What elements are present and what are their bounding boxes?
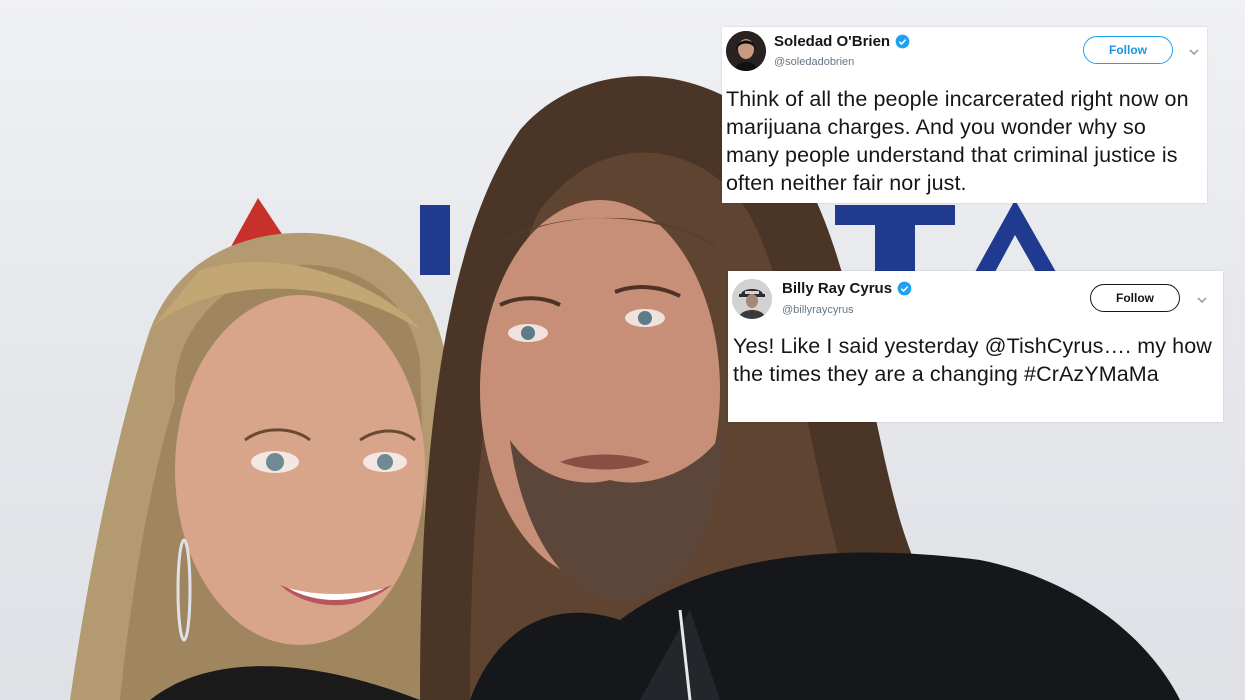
verified-badge-icon xyxy=(895,34,910,49)
tweet-text: Think of all the people incarcerated rig… xyxy=(726,87,1189,195)
follow-button[interactable]: Follow xyxy=(1090,284,1180,312)
author-row: Soledad O'Brien xyxy=(774,33,910,50)
author-row: Billy Ray Cyrus xyxy=(782,280,912,297)
backdrop-letter-a xyxy=(975,200,1056,272)
author-handle[interactable]: @billyraycyrus xyxy=(782,304,854,316)
avatar-image xyxy=(732,279,772,319)
tweet-text: Yes! Like I said yesterday @TishCyrus…. … xyxy=(733,334,1212,386)
avatar[interactable] xyxy=(726,31,766,71)
avatar-image xyxy=(726,31,766,71)
verified-badge-icon xyxy=(897,281,912,296)
tweet-card[interactable]: Billy Ray Cyrus @billyraycyrus Follow Ye… xyxy=(728,271,1223,422)
author-name[interactable]: Billy Ray Cyrus xyxy=(782,280,892,297)
tweet-card[interactable]: Soledad O'Brien @soledadobrien Follow Th… xyxy=(722,27,1207,203)
author-name[interactable]: Soledad O'Brien xyxy=(774,33,890,50)
author-handle[interactable]: @soledadobrien xyxy=(774,56,854,68)
avatar[interactable] xyxy=(732,279,772,319)
chevron-down-icon[interactable] xyxy=(1188,45,1200,57)
backdrop-letter-fragment xyxy=(420,205,450,275)
backdrop-letter-t-stem xyxy=(875,205,915,275)
chevron-down-icon[interactable] xyxy=(1196,293,1208,305)
follow-button[interactable]: Follow xyxy=(1083,36,1173,64)
